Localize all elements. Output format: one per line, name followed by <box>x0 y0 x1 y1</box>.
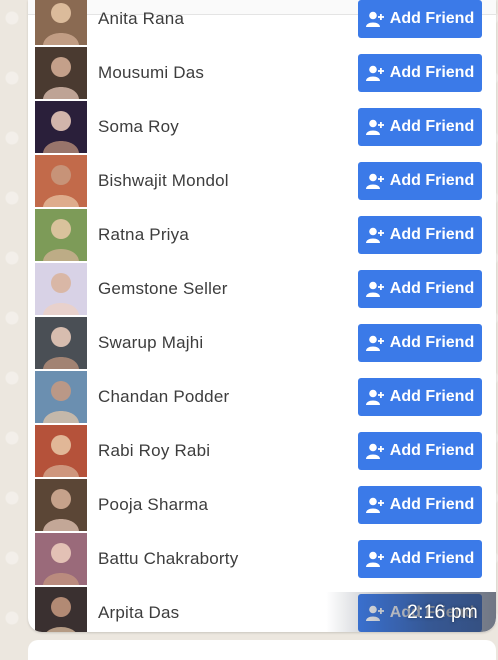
friend-name[interactable]: Pooja Sharma <box>98 495 208 515</box>
friend-row: Bishwajit Mondol Add Friend <box>28 154 496 208</box>
add-person-icon <box>365 11 384 27</box>
add-friend-label: Add Friend <box>389 496 475 513</box>
profile-picture[interactable] <box>35 209 87 261</box>
add-friend-label: Add Friend <box>389 550 475 567</box>
add-friend-button[interactable]: Add Friend <box>358 270 482 308</box>
add-person-icon <box>365 335 384 351</box>
friend-row: Battu Chakraborty Add Friend <box>28 532 496 586</box>
add-friend-button[interactable]: Add Friend <box>358 108 482 146</box>
add-friend-button[interactable]: Add Friend <box>358 216 482 254</box>
friend-name[interactable]: Anita Rana <box>98 9 184 29</box>
message-timestamp: 2:16 pm <box>407 602 478 623</box>
add-friend-button[interactable]: Add Friend <box>358 540 482 578</box>
friend-row: Rabi Roy Rabi Add Friend <box>28 424 496 478</box>
add-friend-button[interactable]: Add Friend <box>358 54 482 92</box>
profile-picture[interactable] <box>35 0 87 45</box>
add-friend-label: Add Friend <box>389 388 475 405</box>
friend-row: Soma Roy Add Friend <box>28 100 496 154</box>
profile-picture[interactable] <box>35 155 87 207</box>
add-friend-label: Add Friend <box>389 442 475 459</box>
profile-picture[interactable] <box>35 263 87 315</box>
friend-row: Pooja Sharma Add Friend <box>28 478 496 532</box>
profile-picture[interactable] <box>35 425 87 477</box>
friend-row: Mousumi Das Add Friend <box>28 46 496 100</box>
add-person-icon <box>365 227 384 243</box>
add-friend-label: Add Friend <box>389 172 475 189</box>
next-message-bubble[interactable] <box>28 640 496 660</box>
profile-picture[interactable] <box>35 101 87 153</box>
friend-name[interactable]: Rabi Roy Rabi <box>98 441 210 461</box>
friend-name[interactable]: Arpita Das <box>98 603 179 623</box>
add-person-icon <box>365 551 384 567</box>
friend-row: Chandan Podder Add Friend <box>28 370 496 424</box>
friend-name[interactable]: Gemstone Seller <box>98 279 228 299</box>
profile-picture[interactable] <box>35 317 87 369</box>
friend-row: Gemstone Seller Add Friend <box>28 262 496 316</box>
add-friend-button[interactable]: Add Friend <box>358 432 482 470</box>
friend-row: Swarup Majhi Add Friend <box>28 316 496 370</box>
friend-name[interactable]: Swarup Majhi <box>98 333 203 353</box>
add-friend-label: Add Friend <box>389 280 475 297</box>
message-bubble[interactable]: Anita Rana Add Friend Mousumi Das Add Frien… <box>28 0 496 632</box>
add-person-icon <box>365 443 384 459</box>
add-friend-button[interactable]: Add Friend <box>358 486 482 524</box>
friend-name[interactable]: Ratna Priya <box>98 225 189 245</box>
suggested-friends-list: Anita Rana Add Friend Mousumi Das Add Frien… <box>28 0 496 632</box>
profile-picture[interactable] <box>35 47 87 99</box>
add-person-icon <box>365 65 384 81</box>
friend-row: Anita Rana Add Friend <box>28 0 496 46</box>
friend-name[interactable]: Chandan Podder <box>98 387 229 407</box>
profile-picture[interactable] <box>35 533 87 585</box>
add-friend-button[interactable]: Add Friend <box>358 378 482 416</box>
profile-picture[interactable] <box>35 479 87 531</box>
add-friend-button[interactable]: Add Friend <box>358 162 482 200</box>
profile-picture[interactable] <box>35 587 87 632</box>
friend-name[interactable]: Battu Chakraborty <box>98 549 238 569</box>
add-person-icon <box>365 281 384 297</box>
friend-row: Ratna Priya Add Friend <box>28 208 496 262</box>
add-friend-label: Add Friend <box>389 334 475 351</box>
add-friend-button[interactable]: Add Friend <box>358 324 482 362</box>
add-friend-label: Add Friend <box>389 64 475 81</box>
add-friend-button[interactable]: Add Friend <box>358 0 482 38</box>
profile-picture[interactable] <box>35 371 87 423</box>
friend-name[interactable]: Soma Roy <box>98 117 179 137</box>
friend-name[interactable]: Mousumi Das <box>98 63 204 83</box>
add-person-icon <box>365 497 384 513</box>
add-friend-label: Add Friend <box>389 118 475 135</box>
add-person-icon <box>365 389 384 405</box>
friend-name[interactable]: Bishwajit Mondol <box>98 171 229 191</box>
add-friend-label: Add Friend <box>389 10 475 27</box>
add-person-icon <box>365 119 384 135</box>
add-friend-label: Add Friend <box>389 226 475 243</box>
add-person-icon <box>365 173 384 189</box>
